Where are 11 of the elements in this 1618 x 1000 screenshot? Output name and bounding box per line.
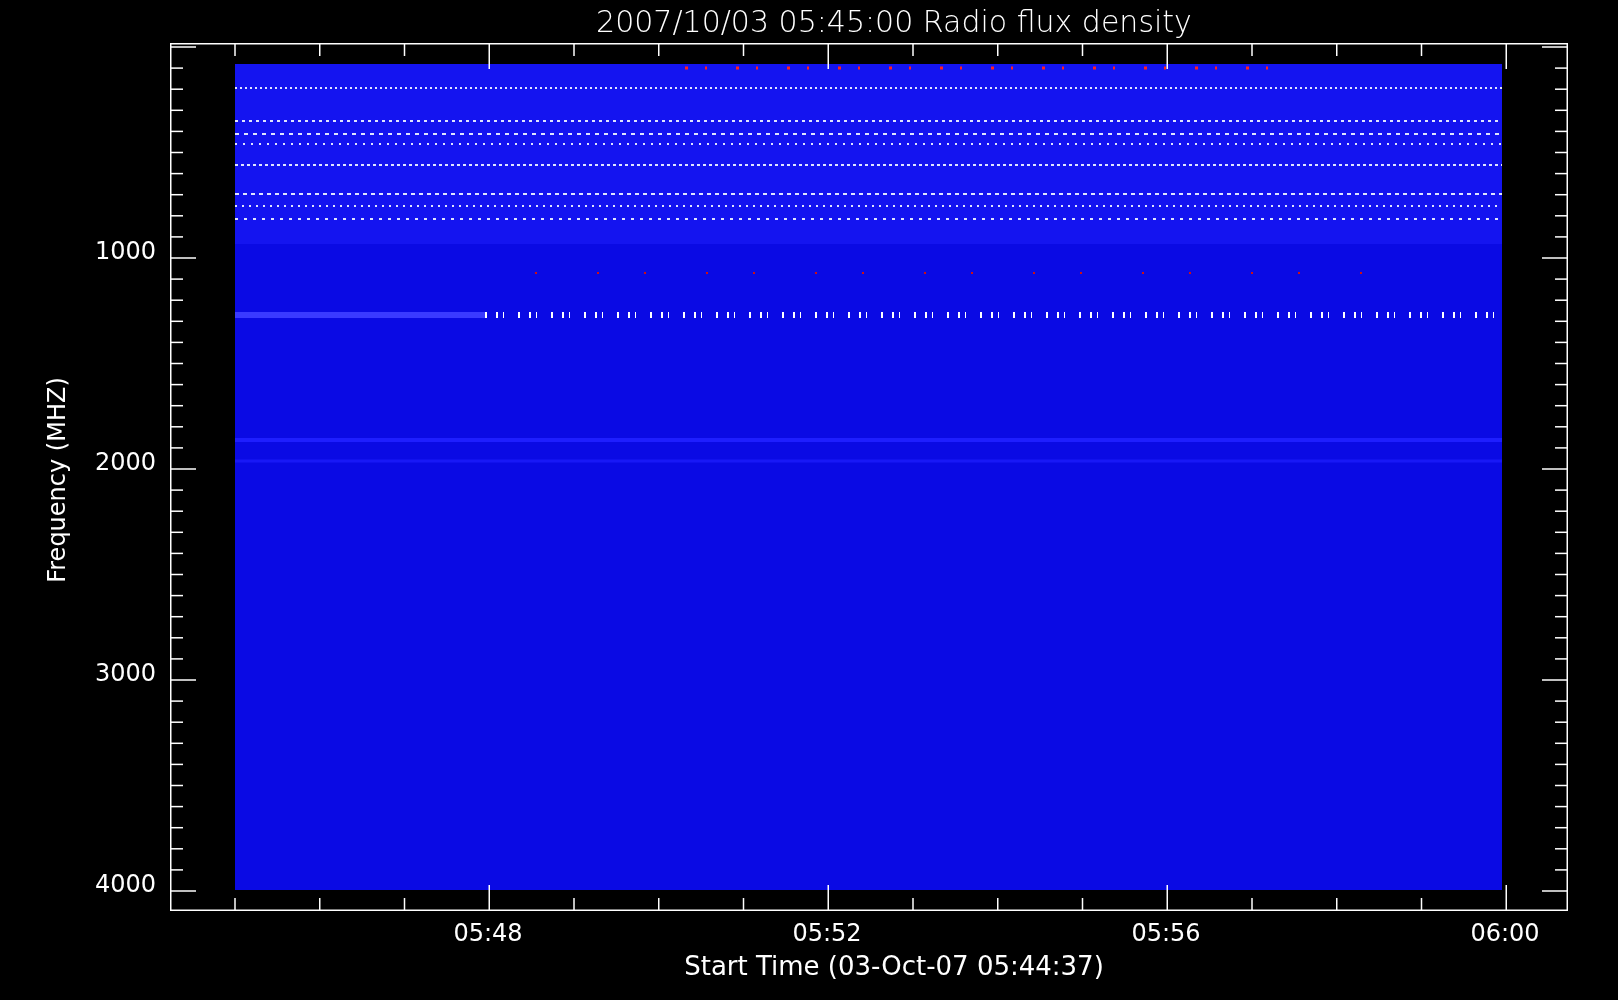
y-tick-label: 3000 xyxy=(94,659,156,687)
x-tick-label: 05:52 xyxy=(792,919,862,947)
y-tick-label: 1000 xyxy=(94,237,156,265)
y-axis-label: Frequency (MHZ) xyxy=(43,377,71,583)
x-axis-label: Start Time (03-Oct-07 05:44:37) xyxy=(684,951,1104,981)
x-tick-label: 06:00 xyxy=(1470,919,1540,947)
x-tick-label: 05:48 xyxy=(453,919,523,947)
y-tick-label: 4000 xyxy=(94,870,156,898)
x-tick-label: 05:56 xyxy=(1131,919,1201,947)
y-tick-label: 2000 xyxy=(94,448,156,476)
chart-title: 2007/10/03 05:45:00 Radio flux density xyxy=(595,3,1193,41)
